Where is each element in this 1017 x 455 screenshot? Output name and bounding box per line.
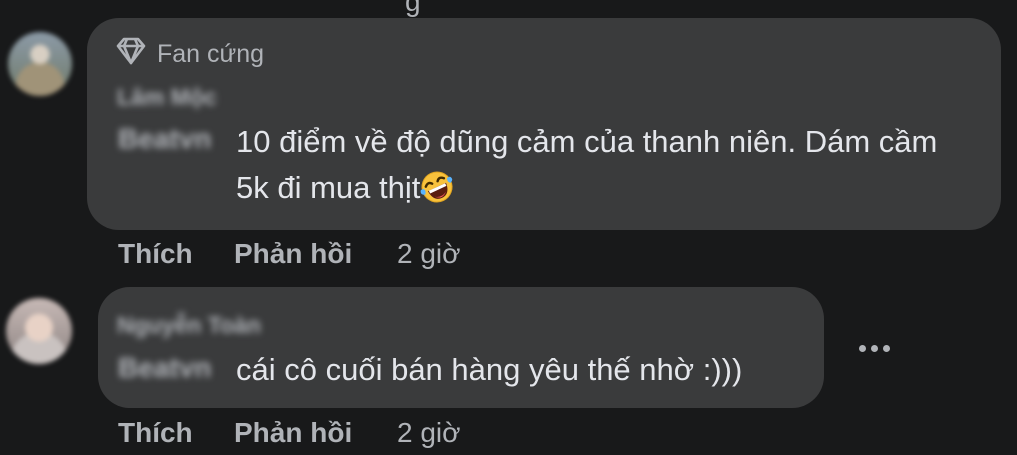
- like-button[interactable]: Thích: [118, 417, 234, 449]
- timestamp-link[interactable]: 2 giờ: [397, 238, 461, 270]
- badge-label: Fan cứng: [157, 39, 265, 68]
- reply-button[interactable]: Phản hồi: [234, 238, 397, 270]
- comment-text: cái cô cuối bán hàng yêu thế nhờ :))): [236, 347, 816, 393]
- truncated-text-fragment: g: [405, 0, 421, 17]
- mentioned-page[interactable]: Beatvn: [118, 352, 211, 384]
- comment-text-body: 10 điểm về độ dũng cảm của thanh niên. D…: [236, 124, 938, 205]
- avatar[interactable]: [8, 32, 72, 96]
- comment-actions: Thích Phản hồi 2 giờ: [118, 415, 461, 451]
- like-button[interactable]: Thích: [118, 238, 234, 270]
- mentioned-page[interactable]: Beatvn: [118, 123, 211, 155]
- comment-text-body: cái cô cuối bán hàng yêu thế nhờ :))): [236, 352, 743, 387]
- timestamp-link[interactable]: 2 giờ: [397, 417, 461, 449]
- rolling-laughing-emoji-icon: [421, 171, 453, 203]
- author-name[interactable]: Nguyễn Toàn: [117, 312, 261, 339]
- top-fan-badge: Fan cứng: [115, 37, 265, 72]
- reply-button[interactable]: Phản hồi: [234, 417, 397, 449]
- comment-text: 10 điểm về độ dũng cảm của thanh niên. D…: [236, 119, 976, 211]
- avatar[interactable]: [6, 298, 72, 364]
- more-options-icon[interactable]: [852, 330, 896, 366]
- author-name[interactable]: Lâm Mộc: [117, 84, 217, 111]
- diamond-icon: [115, 37, 147, 72]
- comment-actions: Thích Phản hồi 2 giờ: [118, 236, 461, 272]
